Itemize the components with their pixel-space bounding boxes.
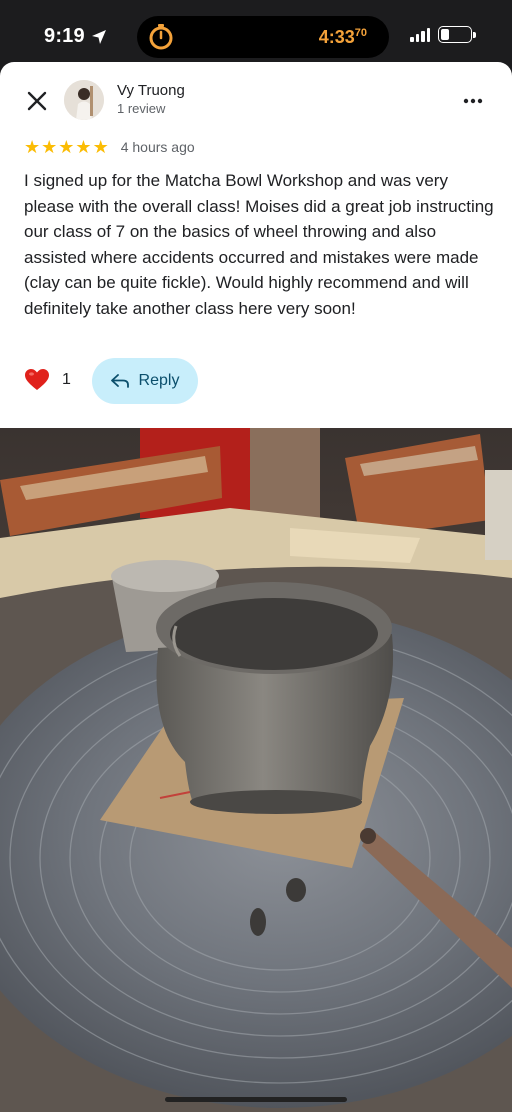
status-bar: 9:19 4:3370 <box>0 0 512 62</box>
star-icon: ★ <box>41 137 58 157</box>
home-indicator[interactable] <box>165 1097 347 1102</box>
review-body: I signed up for the Matcha Bowl Workshop… <box>24 171 494 318</box>
battery-icon <box>438 26 476 43</box>
like-count: 1 <box>62 371 71 388</box>
review-photo[interactable] <box>0 428 512 1112</box>
timer-readout: 4:3370 <box>318 27 367 47</box>
reply-label: Reply <box>138 372 180 389</box>
close-icon[interactable] <box>24 88 50 114</box>
dynamic-island[interactable]: 4:3370 <box>137 16 389 58</box>
review-card: Vy Truong 1 review ★ ★ ★ ★ ★ 4 hours ago… <box>0 62 512 428</box>
star-icon: ★ <box>75 137 92 157</box>
rating-row: ★ ★ ★ ★ ★ 4 hours ago <box>24 138 195 156</box>
heart-icon <box>25 369 49 390</box>
author-review-count: 1 review <box>117 101 166 116</box>
star-icon: ★ <box>92 137 109 157</box>
status-time: 9:19 <box>44 25 107 48</box>
star-icon: ★ <box>24 137 41 157</box>
reply-button[interactable]: Reply <box>92 358 198 404</box>
star-icon: ★ <box>58 137 75 157</box>
avatar-image <box>64 80 104 120</box>
avatar[interactable] <box>64 80 104 120</box>
author-info[interactable]: Vy Truong 1 review <box>117 82 185 116</box>
stopwatch-icon <box>149 24 173 50</box>
more-vert-icon[interactable] <box>462 90 484 112</box>
star-rating: ★ ★ ★ ★ ★ <box>24 138 109 156</box>
pottery-photo-image <box>0 428 512 1112</box>
cellular-signal-icon <box>410 27 430 42</box>
clock-text: 9:19 <box>44 25 85 47</box>
like-button[interactable]: 1 <box>24 368 71 392</box>
status-indicators <box>410 26 476 43</box>
author-name[interactable]: Vy Truong <box>117 82 185 99</box>
location-arrow-icon <box>91 29 106 44</box>
review-time: 4 hours ago <box>120 139 195 155</box>
reply-arrow-icon <box>110 374 129 388</box>
